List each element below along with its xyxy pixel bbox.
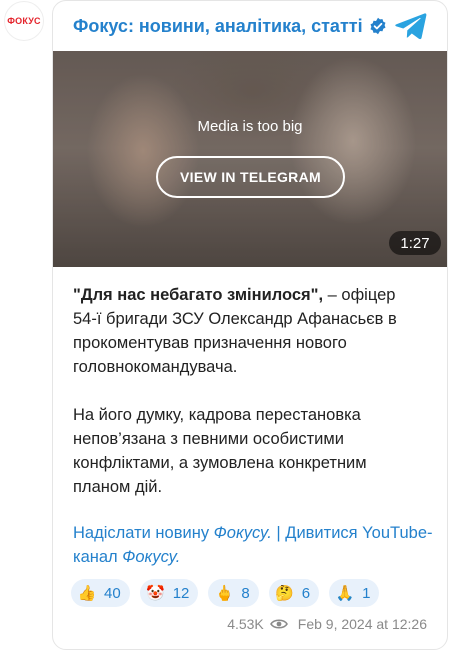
send-news-text: Надіслати новину bbox=[73, 524, 214, 542]
message-paragraph-2: На його думку, кадрова перестановка непо… bbox=[73, 406, 367, 496]
link-separator: | bbox=[271, 524, 286, 542]
message-header: Фокус: новини, аналітика, статті bbox=[73, 12, 427, 40]
reaction-thinking[interactable]: 🤔 6 bbox=[268, 579, 320, 607]
channel-avatar[interactable]: ФОКУС bbox=[0, 0, 48, 42]
reaction-count: 40 bbox=[104, 584, 121, 602]
reaction-folded-hands[interactable]: 🙏 1 bbox=[329, 579, 380, 607]
telegram-logo-icon[interactable] bbox=[395, 12, 427, 40]
reaction-thumbs-up[interactable]: 👍 40 bbox=[71, 579, 130, 607]
view-count: 4.53K bbox=[227, 616, 264, 632]
eye-icon bbox=[269, 619, 288, 629]
reaction-count: 12 bbox=[172, 584, 190, 602]
thinking-face-icon: 🤔 bbox=[275, 585, 295, 602]
message-links: Надіслати новину Фокусу. | Дивитися YouT… bbox=[73, 521, 433, 569]
message-card: Фокус: новини, аналітика, статті Media i… bbox=[52, 0, 448, 650]
send-news-link[interactable]: Надіслати новину Фокусу. bbox=[73, 524, 272, 542]
reaction-count: 8 bbox=[241, 584, 250, 602]
folded-hands-icon: 🙏 bbox=[335, 585, 355, 602]
reaction-count: 1 bbox=[362, 584, 371, 602]
reaction-clown[interactable]: 🤡 12 bbox=[139, 579, 199, 607]
verified-badge-icon bbox=[370, 17, 386, 35]
video-duration-badge: 1:27 bbox=[389, 231, 441, 255]
message-date[interactable]: Feb 9, 2024 at 12:26 bbox=[298, 616, 427, 632]
message-footer: 4.53K Feb 9, 2024 at 12:26 bbox=[227, 614, 427, 634]
quote-bold: "Для нас небагато змінилося", bbox=[73, 286, 324, 304]
channel-name-link[interactable]: Фокус: новини, аналітика, статті bbox=[73, 16, 363, 37]
reaction-count: 6 bbox=[301, 584, 311, 602]
reaction-middle-finger[interactable]: 🖕 8 bbox=[208, 579, 259, 607]
thumbs-up-icon: 👍 bbox=[77, 585, 97, 602]
clown-face-icon: 🤡 bbox=[146, 585, 166, 602]
message-paragraph-1: "Для нас небагато змінилося", – офіцер 5… bbox=[73, 283, 423, 379]
send-news-italic: Фокусу. bbox=[213, 524, 272, 542]
view-in-telegram-button[interactable]: VIEW IN TELEGRAM bbox=[156, 156, 345, 198]
message-text: "Для нас небагато змінилося", – офіцер 5… bbox=[73, 283, 423, 499]
reactions-bar: 👍 40 🤡 12 🖕 8 🤔 6 🙏 1 bbox=[71, 579, 380, 607]
focus-logo: ФОКУС bbox=[4, 1, 44, 41]
media-too-big-notice: Media is too big bbox=[197, 118, 303, 135]
youtube-link-italic: Фокусу. bbox=[122, 548, 181, 566]
middle-finger-icon: 🖕 bbox=[215, 585, 234, 602]
video-preview: Media is too big VIEW IN TELEGRAM 1:27 bbox=[53, 51, 447, 267]
